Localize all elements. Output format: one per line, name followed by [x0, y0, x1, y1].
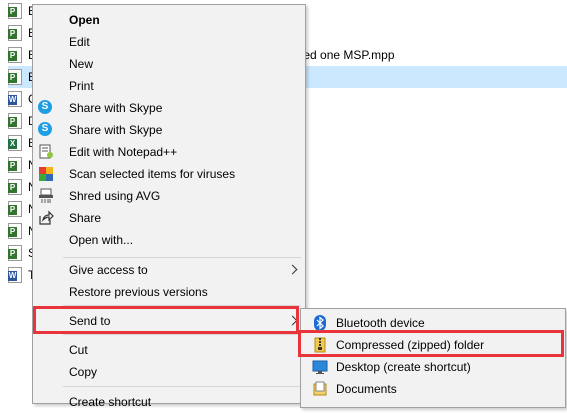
menu-item-restore-versions[interactable]: Restore previous versions	[34, 281, 304, 303]
share-icon	[38, 210, 54, 226]
menu-item-new[interactable]: New	[34, 53, 304, 75]
menu-separator	[63, 257, 301, 258]
menu-item-label: Share with Skype	[69, 123, 163, 137]
menu-item-shred-avg[interactable]: Shred using AVG	[34, 185, 304, 207]
word-file-icon: W	[8, 91, 22, 107]
file-name-tail: ted one MSP.mpp	[300, 48, 395, 62]
menu-item-label: Shred using AVG	[69, 189, 161, 203]
submenu-item-documents[interactable]: Documents	[302, 378, 564, 400]
menu-item-label: Share	[69, 211, 102, 225]
menu-item-label: Share with Skype	[69, 101, 163, 115]
desktop-icon	[312, 359, 328, 375]
project-file-icon: P	[8, 223, 22, 239]
compressed-folder-highlight-box	[298, 330, 564, 357]
menu-separator	[63, 386, 301, 387]
project-file-icon: P	[8, 25, 22, 41]
excel-file-icon: X	[8, 135, 22, 151]
context-menu: Open Edit New Print S Share with Skype S…	[32, 4, 306, 409]
menu-item-print[interactable]: Print	[34, 75, 304, 97]
menu-item-label: Print	[69, 79, 94, 93]
menu-item-copy[interactable]: Copy	[34, 361, 304, 383]
submenu-item-label: Desktop (create shortcut)	[336, 360, 471, 374]
menu-item-label: Scan selected items for viruses	[69, 167, 236, 181]
project-file-icon: P	[8, 3, 22, 19]
menu-item-share-skype[interactable]: S Share with Skype	[34, 97, 304, 119]
word-file-icon: W	[8, 267, 22, 283]
menu-item-edit[interactable]: Edit	[34, 31, 304, 53]
menu-item-share[interactable]: Share	[34, 207, 304, 229]
project-file-icon: P	[8, 245, 22, 261]
chevron-right-icon	[287, 264, 298, 275]
menu-item-label: Give access to	[69, 263, 148, 277]
menu-item-scan-viruses[interactable]: Scan selected items for viruses	[34, 163, 304, 185]
menu-item-open-with[interactable]: Open with...	[34, 229, 304, 251]
project-file-icon: P	[8, 113, 22, 129]
menu-item-create-shortcut[interactable]: Create shortcut	[34, 391, 304, 413]
avg-scan-icon	[38, 166, 54, 182]
project-file-icon: P	[8, 47, 22, 63]
menu-item-label: Create shortcut	[69, 395, 152, 409]
menu-item-share-skype-2[interactable]: S Share with Skype	[34, 119, 304, 141]
menu-item-open[interactable]: Open	[34, 9, 304, 31]
project-file-icon: P	[8, 157, 22, 173]
menu-item-edit-notepad[interactable]: Edit with Notepad++	[34, 141, 304, 163]
skype-icon: S	[38, 122, 54, 138]
notepad-plus-plus-icon	[38, 144, 54, 160]
project-file-icon: P	[8, 179, 22, 195]
menu-item-label: Edit with Notepad++	[69, 145, 178, 159]
send-to-highlight-box	[33, 306, 299, 334]
menu-item-label: New	[69, 57, 94, 71]
skype-icon: S	[38, 100, 54, 116]
bluetooth-icon	[312, 315, 328, 331]
menu-separator	[63, 334, 301, 335]
project-file-icon: P	[8, 69, 22, 85]
menu-item-cut[interactable]: Cut	[34, 339, 304, 361]
shredder-icon	[38, 188, 54, 204]
submenu-item-label: Documents	[336, 382, 397, 396]
submenu-item-desktop[interactable]: Desktop (create shortcut)	[302, 356, 564, 378]
menu-item-label: Open with...	[69, 233, 134, 247]
menu-item-label: Edit	[69, 35, 90, 49]
menu-item-give-access[interactable]: Give access to	[34, 259, 304, 281]
menu-item-label: Copy	[69, 365, 98, 379]
menu-item-label: Restore previous versions	[69, 285, 208, 299]
submenu-item-label: Bluetooth device	[336, 316, 425, 330]
documents-icon	[312, 381, 328, 397]
project-file-icon: P	[8, 201, 22, 217]
menu-item-label: Open	[69, 13, 100, 27]
send-to-submenu: Bluetooth device Compressed (zipped) fol…	[300, 308, 566, 408]
menu-item-label: Cut	[69, 343, 88, 357]
